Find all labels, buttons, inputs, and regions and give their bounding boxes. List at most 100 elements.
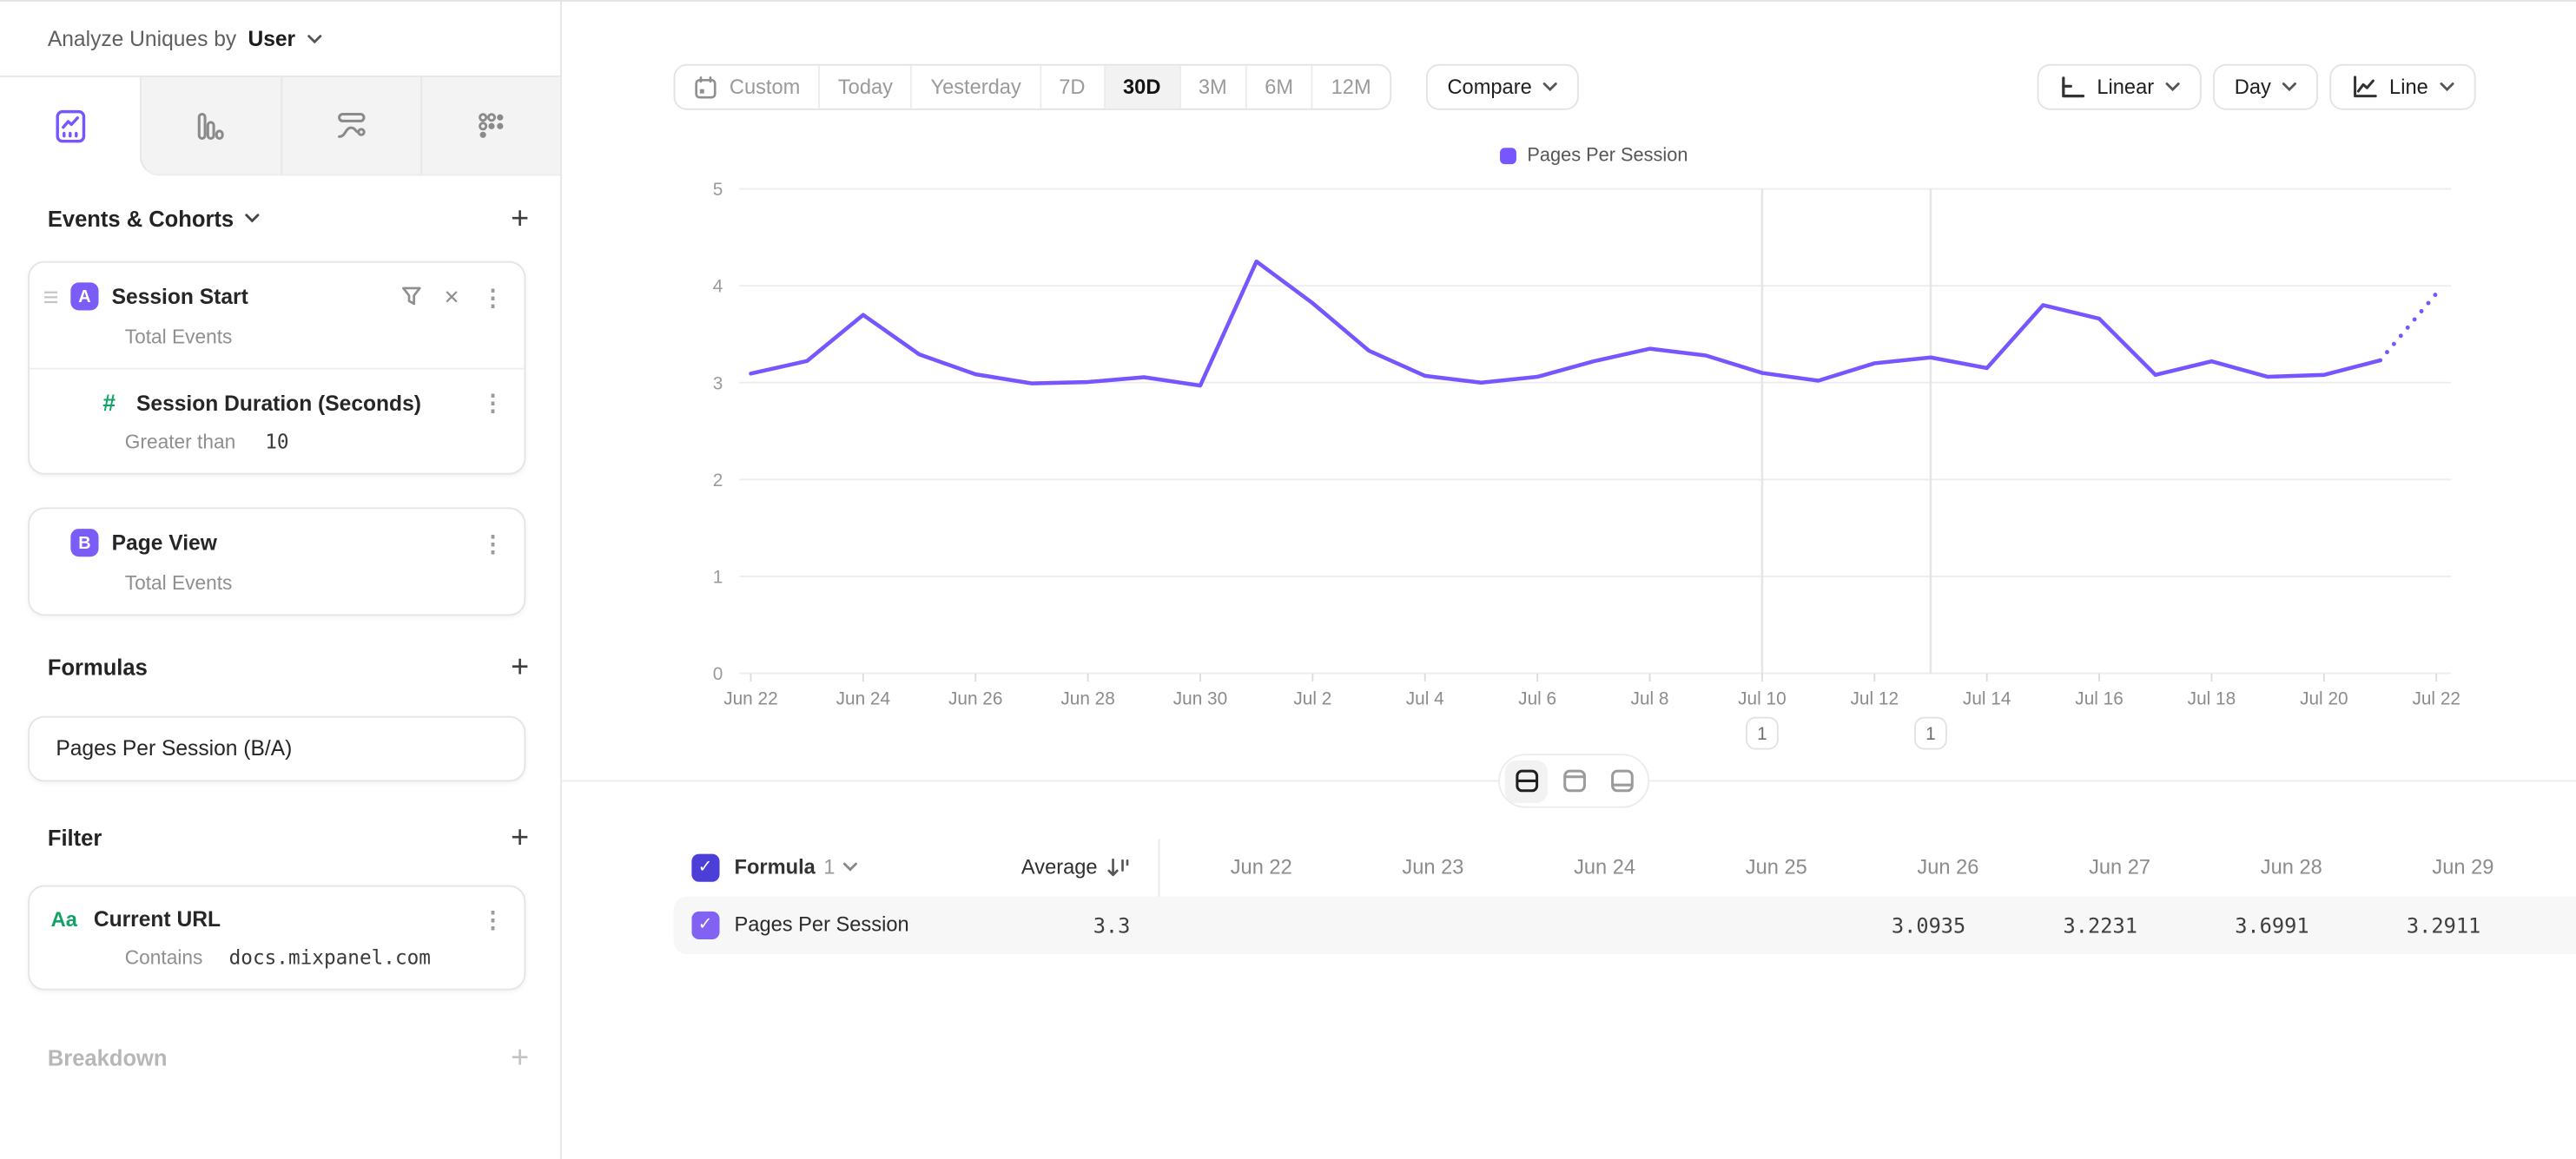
query-builder-sidebar: Analyze Uniques by User xyxy=(0,2,562,1159)
funnels-icon xyxy=(191,106,230,145)
table-column-header[interactable]: Jun 26 xyxy=(1826,840,1998,897)
event-card-page-view[interactable]: B Page View ⋮ Total Events xyxy=(28,507,525,616)
more-options-icon[interactable]: ⋮ xyxy=(481,531,504,554)
tab-funnels[interactable] xyxy=(140,77,280,175)
event-name[interactable]: Page View xyxy=(112,530,217,555)
svg-text:Jul 6: Jul 6 xyxy=(1518,688,1556,708)
range-button-12m[interactable]: 12M xyxy=(1313,66,1390,109)
svg-text:Jul 2: Jul 2 xyxy=(1293,688,1331,708)
text-property-icon: Aa xyxy=(51,907,81,930)
filter-card-current-url[interactable]: Aa Current URL ⋮ Contains docs.mixpanel.… xyxy=(28,886,525,991)
drag-handle-icon[interactable] xyxy=(44,290,57,303)
breakdown-section-title: Breakdown xyxy=(48,1045,168,1070)
table-cell: 3.0935 xyxy=(1813,897,1985,954)
select-all-checkbox[interactable]: ✓ xyxy=(691,854,718,881)
tab-insights[interactable] xyxy=(0,77,140,175)
table-column-header[interactable]: Jun 22 xyxy=(1140,840,1312,897)
more-options-icon[interactable]: ⋮ xyxy=(481,285,504,307)
chart-only-view-button[interactable] xyxy=(1553,760,1595,802)
add-event-button[interactable]: + xyxy=(511,203,529,234)
numeric-property-icon: # xyxy=(96,389,123,415)
split-view-button[interactable] xyxy=(1505,760,1548,802)
table-cell: 3.6991 xyxy=(2157,897,2329,954)
range-button-3m[interactable]: 3M xyxy=(1180,66,1246,109)
pages-per-session-line-chart[interactable]: 012345Jun 22Jun 24Jun 26Jun 28Jun 30Jul … xyxy=(562,166,2576,757)
tab-flows[interactable] xyxy=(281,77,420,175)
y-scale-button[interactable]: Linear xyxy=(2038,64,2202,110)
calendar-icon xyxy=(693,75,717,99)
flows-icon xyxy=(331,106,370,145)
table-column-header[interactable]: Jun 29 xyxy=(2342,840,2513,897)
svg-text:Jul 16: Jul 16 xyxy=(2075,688,2124,708)
split-view-icon xyxy=(1514,768,1538,793)
svg-text:Jul 10: Jul 10 xyxy=(1738,688,1787,708)
svg-text:5: 5 xyxy=(713,180,723,200)
svg-text:Jul 20: Jul 20 xyxy=(2300,688,2348,708)
table-only-view-button[interactable] xyxy=(1600,760,1642,802)
range-button-6m[interactable]: 6M xyxy=(1246,66,1312,109)
table-column-header[interactable]: Jun 23 xyxy=(1311,840,1483,897)
event-name[interactable]: Session Start xyxy=(112,284,248,308)
chart-style-button[interactable]: Line xyxy=(2330,64,2476,110)
event-card-session-start[interactable]: A Session Start ✕ ⋮ Total Events # Sessi… xyxy=(28,261,525,475)
formula-group-dropdown[interactable]: Formula 1 xyxy=(735,856,858,879)
linear-axis-icon xyxy=(2059,74,2085,100)
interval-button[interactable]: Day xyxy=(2213,64,2319,110)
svg-text:Jul 22: Jul 22 xyxy=(2412,688,2460,708)
property-name[interactable]: Session Duration (Seconds) xyxy=(136,390,421,414)
remove-event-icon[interactable]: ✕ xyxy=(444,286,460,306)
filter-operator[interactable]: Contains xyxy=(125,946,203,969)
property-value[interactable]: 10 xyxy=(265,431,288,453)
svg-text:4: 4 xyxy=(713,277,723,297)
property-operator[interactable]: Greater than xyxy=(125,431,235,453)
formula-expression[interactable]: Pages Per Session (B/A) xyxy=(56,735,292,760)
top-panel-icon xyxy=(1562,768,1586,793)
svg-text:1: 1 xyxy=(713,568,723,588)
table-column-header[interactable]: Jun 27 xyxy=(1998,840,2170,897)
event-letter-badge: A xyxy=(70,282,98,310)
add-formula-button[interactable]: + xyxy=(511,651,529,682)
date-range-control: CustomTodayYesterday7D30D3M6M12M xyxy=(674,64,1391,110)
svg-text:Jun 30: Jun 30 xyxy=(1173,688,1227,708)
compare-button[interactable]: Compare xyxy=(1426,64,1580,110)
range-button-custom[interactable]: Custom xyxy=(675,66,820,109)
range-button-today[interactable]: Today xyxy=(820,66,913,109)
more-options-icon[interactable]: ⋮ xyxy=(481,907,504,930)
formulas-section-title: Formulas xyxy=(48,655,148,679)
svg-text:0: 0 xyxy=(713,664,723,684)
average-column-header[interactable]: Average xyxy=(920,856,1130,879)
formula-card[interactable]: Pages Per Session (B/A) xyxy=(28,716,525,782)
add-breakdown-button[interactable]: + xyxy=(511,1042,529,1073)
range-button-30d[interactable]: 30D xyxy=(1105,66,1180,109)
line-chart-icon xyxy=(2352,74,2378,100)
filter-property-name[interactable]: Current URL xyxy=(94,906,221,931)
analyze-header: Analyze Uniques by User xyxy=(0,2,560,77)
filter-icon[interactable] xyxy=(400,286,422,307)
table-column-header[interactable]: Jun 28 xyxy=(2170,840,2342,897)
insights-report: Analyze Uniques by User xyxy=(0,0,2576,1158)
report-type-tabs xyxy=(0,77,560,175)
event-measure[interactable]: Total Events xyxy=(30,556,524,614)
table-column-header[interactable]: Jun 24 xyxy=(1483,840,1655,897)
tab-retention[interactable] xyxy=(420,77,560,175)
svg-text:3: 3 xyxy=(713,373,723,393)
row-checkbox[interactable]: ✓ xyxy=(691,912,718,938)
chevron-down-icon xyxy=(843,862,858,872)
table-column-header[interactable]: Jun 25 xyxy=(1655,840,1827,897)
row-date-values: 3.09353.22313.69913.29113.08652.99183.00… xyxy=(1813,897,2576,954)
svg-text:Jul 12: Jul 12 xyxy=(1851,688,1899,708)
breakdown-section-header: Breakdown + xyxy=(0,1035,562,1081)
svg-text:Jul 4: Jul 4 xyxy=(1406,688,1444,708)
chevron-down-icon xyxy=(245,214,260,223)
analyze-value-dropdown[interactable]: User xyxy=(248,26,295,50)
table-row[interactable]: ✓ Pages Per Session 3.3 3.09353.22313.69… xyxy=(674,897,2576,954)
event-measure[interactable]: Total Events xyxy=(30,311,524,368)
filter-value[interactable]: docs.mixpanel.com xyxy=(229,946,431,969)
row-series-name: Pages Per Session xyxy=(735,897,909,954)
events-section-title[interactable]: Events & Cohorts xyxy=(48,206,261,230)
range-button-7d[interactable]: 7D xyxy=(1040,66,1105,109)
range-button-yesterday[interactable]: Yesterday xyxy=(913,66,1041,109)
more-options-icon[interactable]: ⋮ xyxy=(481,391,504,413)
chevron-down-icon xyxy=(2165,82,2180,92)
chart-legend[interactable]: Pages Per Session xyxy=(562,146,2576,166)
